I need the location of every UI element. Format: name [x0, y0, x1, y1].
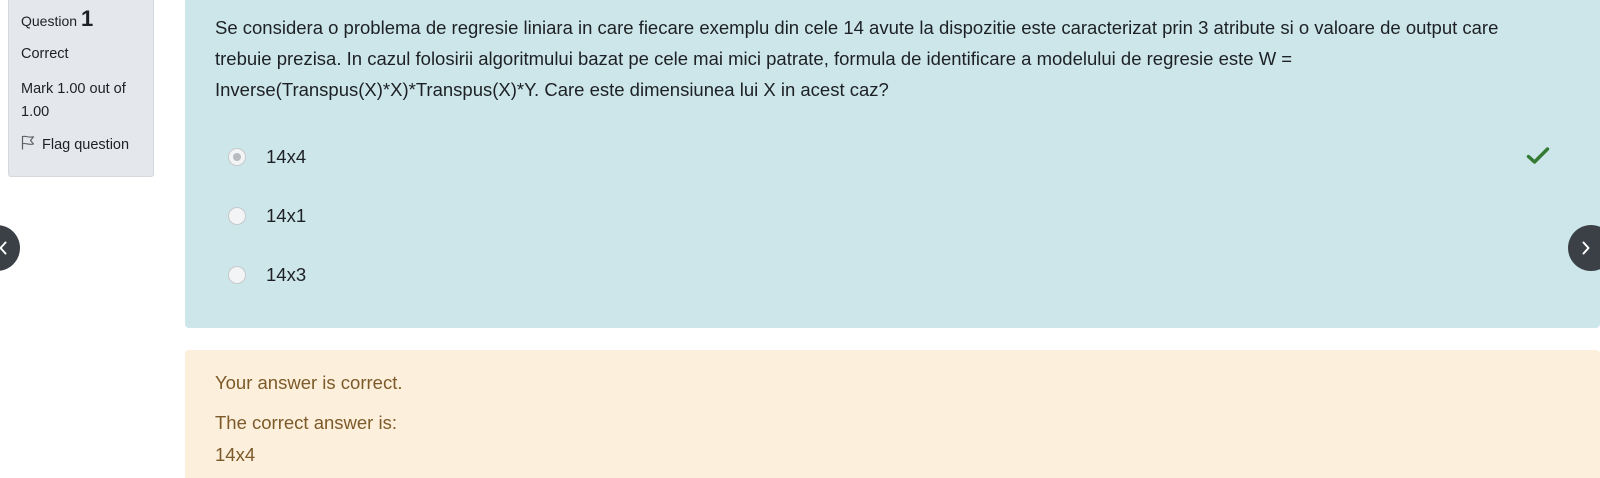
chevron-left-icon [0, 241, 7, 255]
previous-button[interactable] [0, 225, 20, 271]
answer-radio[interactable] [228, 265, 246, 284]
question-number-value: 1 [81, 6, 94, 31]
quiz-review-page: Question 1 Correct Mark 1.00 out of 1.00… [0, 0, 1600, 478]
answer-label: 14x3 [266, 263, 307, 285]
specific-feedback: Your answer is correct. [215, 372, 403, 393]
right-answer: 14x4 [215, 444, 256, 465]
answer-option-2[interactable]: 14x1 [215, 186, 1570, 245]
check-icon [1526, 147, 1550, 164]
answer-label: 14x1 [266, 204, 307, 226]
flag-question-link[interactable]: Flag question [21, 135, 141, 154]
feedback-panel: Your answer is correct. The correct answ… [185, 350, 1600, 478]
question-number: Question 1 [21, 8, 141, 32]
question-label: Question [21, 13, 78, 29]
right-answer-intro: The correct answer is: [215, 412, 397, 433]
flag-icon [21, 135, 35, 154]
answer-list: 14x4 14x1 14x3 [215, 127, 1570, 304]
answer-radio[interactable] [228, 206, 246, 225]
chevron-right-icon [1582, 241, 1590, 255]
answer-option-3[interactable]: 14x3 [215, 245, 1570, 304]
answer-radio-selected[interactable] [228, 147, 246, 166]
question-content: Se considera o problema de regresie lini… [185, 0, 1600, 328]
flag-question-label: Flag question [42, 136, 130, 153]
question-info-panel: Question 1 Correct Mark 1.00 out of 1.00… [8, 0, 154, 177]
answer-option-1[interactable]: 14x4 [215, 127, 1570, 186]
question-text: Se considera o problema de regresie lini… [215, 17, 1499, 100]
question-grade: Mark 1.00 out of 1.00 [21, 81, 126, 120]
answer-label: 14x4 [266, 145, 307, 167]
question-state: Correct [21, 46, 69, 62]
